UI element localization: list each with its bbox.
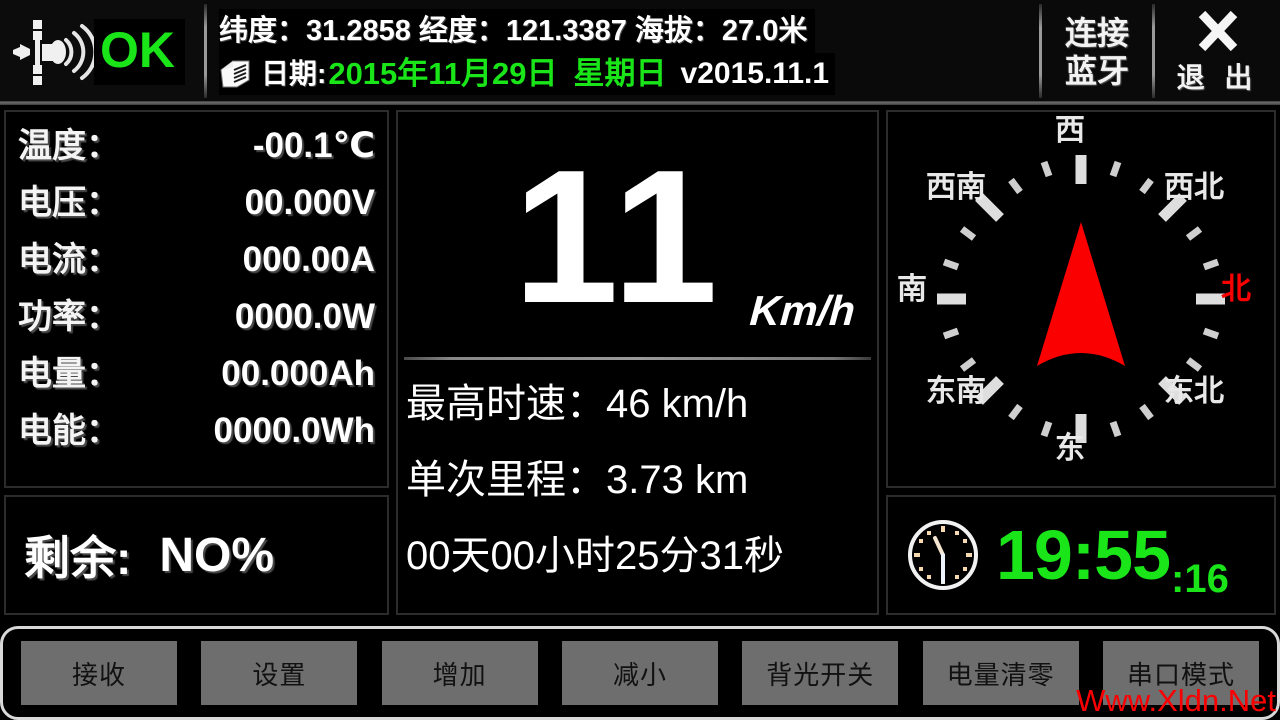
exit-button[interactable]: 退 出 [1155, 0, 1280, 104]
connect-bluetooth-button[interactable]: 连接 蓝牙 [1042, 0, 1152, 104]
button-clear-capacity[interactable]: 电量清零 [922, 641, 1079, 705]
date-line: 日期: 2015年11月29日 星期日 v2015.11.1 [219, 53, 836, 95]
button-decrease[interactable]: 减小 [561, 641, 718, 705]
compass-dial: 北 东北 东 东南 南 西南 西 西北 [888, 112, 1274, 486]
stat-label: 最高时速： [406, 382, 606, 426]
date-value: 2015年11月29日 [328, 56, 558, 91]
current-speed-value: 11 [513, 130, 722, 343]
gps-status-text: OK [94, 19, 185, 85]
measurement-value: 00.000Ah [221, 354, 375, 393]
measurement-row-voltage: 电压： 00.000V [18, 175, 375, 232]
measurement-value: 0000.0Wh [213, 411, 375, 450]
remaining-value: NO% [159, 528, 275, 582]
bluetooth-label-line2: 蓝牙 [1064, 53, 1129, 89]
measurement-value: 00.000V [244, 183, 375, 222]
measurement-label: 功率： [18, 298, 120, 336]
button-receive[interactable]: 接收 [21, 641, 177, 705]
bluetooth-label-line1: 连接 [1064, 15, 1129, 51]
button-backlight-switch[interactable]: 背光开关 [742, 641, 899, 705]
calendar-scroll-icon [220, 60, 250, 88]
stat-value: 3.73 km [606, 458, 749, 502]
compass-label-north: 北 [1221, 273, 1251, 306]
speed-panel: 11 Km/h 最高时速：46 km/h 单次里程：3.73 km 00天00小… [396, 110, 879, 615]
close-x-icon [1198, 10, 1237, 52]
compass-label-west: 西 [1055, 114, 1085, 147]
compass-svg: 北 东北 东 东南 南 西南 西 西北 [897, 114, 1251, 465]
site-watermark: Www.Xldn.Net [1076, 683, 1276, 718]
top-status-bar: OK 纬度：31.2858 经度：121.3387 海拔：27.0米 日期: 2 [0, 0, 1280, 104]
gps-status-group: OK [0, 0, 204, 104]
measurement-label: 温度： [18, 127, 120, 165]
button-settings[interactable]: 设置 [201, 641, 358, 705]
compass-needle-icon [1037, 222, 1125, 366]
compass-label-south: 南 [897, 273, 927, 306]
stat-value: 00天00小时25分31秒 [406, 534, 784, 578]
stat-label: 单次里程： [406, 458, 606, 502]
measurements-panel: 温度： -00.1℃ 电压： 00.000V 电流： 000.00A 功率： 0… [4, 110, 389, 488]
compass-label-east: 东 [1055, 431, 1085, 465]
stat-value: 46 km/h [606, 382, 749, 426]
exit-label: 退 出 [1176, 62, 1259, 93]
app-version: v2015.11.1 [680, 57, 830, 90]
measurement-row-current: 电流： 000.00A [18, 232, 375, 289]
compass-panel: 北 东北 东 东南 南 西南 西 西北 [886, 110, 1276, 488]
clock-seconds: :16 [1171, 557, 1229, 601]
compass-label-northeast: 东北 [1164, 374, 1224, 408]
measurement-label: 电量： [18, 355, 120, 393]
compass-label-southeast: 东南 [926, 374, 986, 408]
button-increase[interactable]: 增加 [381, 641, 538, 705]
gps-coordinates-line: 纬度：31.2858 经度：121.3387 海拔：27.0米 [219, 9, 816, 53]
stat-row-trip-distance: 单次里程：3.73 km [406, 442, 877, 518]
stat-row-elapsed-time: 00天00小时25分31秒 [406, 518, 877, 594]
speedometer-app: OK 纬度：31.2858 经度：121.3387 海拔：27.0米 日期: 2 [0, 0, 1280, 720]
stat-row-max-speed: 最高时速：46 km/h [406, 366, 877, 442]
measurement-label: 电压： [18, 184, 120, 222]
measurement-row-power: 功率： 0000.0W [18, 289, 375, 346]
header-underline [0, 101, 1280, 105]
measurement-row-energy: 电能： 0000.0Wh [18, 403, 375, 460]
satellite-signal-icon [13, 20, 94, 85]
measurement-row-temperature: 温度： -00.1℃ [18, 118, 375, 175]
remaining-battery-panel: 剩余: NO% [4, 495, 389, 615]
measurements-list: 温度： -00.1℃ 电压： 00.000V 电流： 000.00A 功率： 0… [6, 112, 387, 460]
measurement-label: 电流： [18, 241, 120, 279]
remaining-label: 剩余: [24, 532, 132, 584]
measurement-value: 000.00A [242, 240, 375, 279]
measurement-value: -00.1℃ [252, 126, 375, 165]
compass-label-southwest: 西南 [926, 171, 986, 204]
analog-clock-icon [908, 520, 978, 590]
measurement-label: 电能： [18, 412, 120, 450]
clock-panel: 19:55 :16 [886, 495, 1276, 615]
trip-stats-list: 最高时速：46 km/h 单次里程：3.73 km 00天00小时25分31秒 [398, 360, 877, 594]
gps-info-group: 纬度：31.2858 经度：121.3387 海拔：27.0米 日期: 2015… [207, 0, 1039, 104]
speed-unit-label: Km/h [748, 287, 857, 334]
clock-time: 19:55 [996, 516, 1171, 594]
date-label: 日期: [261, 58, 327, 89]
current-speed-group: 11 Km/h [398, 112, 877, 357]
measurement-row-capacity: 电量： 00.000Ah [18, 346, 375, 403]
measurement-value: 0000.0W [234, 297, 375, 336]
compass-label-northwest: 西北 [1164, 171, 1224, 204]
weekday-value: 星期日 [573, 56, 667, 91]
